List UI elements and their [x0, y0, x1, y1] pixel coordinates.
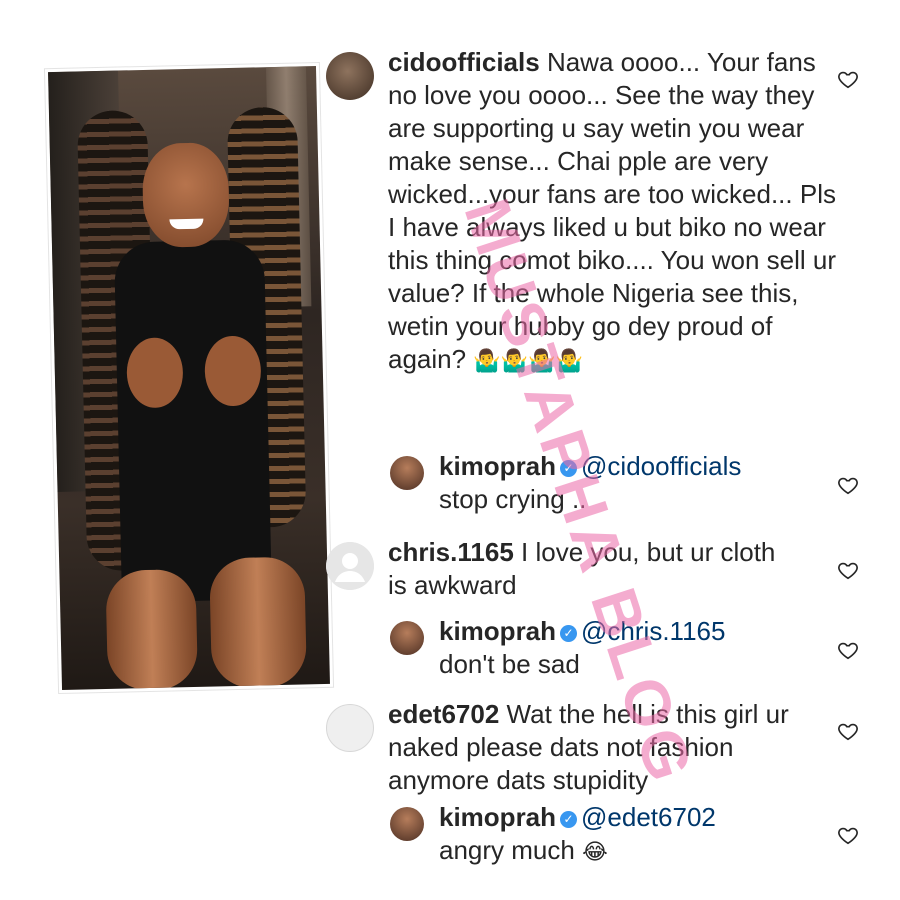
reply-text: stop crying .. — [439, 484, 587, 514]
mention-link[interactable]: @chris.1165 — [581, 616, 725, 646]
heart-icon[interactable] — [837, 68, 859, 90]
mention-link[interactable]: @cidoofficials — [581, 451, 741, 481]
comments-thread: cidoofficials Nawa oooo... Your fans no … — [0, 0, 900, 900]
comment-username[interactable]: chris.1165 — [388, 537, 514, 567]
avatar[interactable] — [326, 704, 374, 752]
heart-icon[interactable] — [837, 474, 859, 496]
avatar[interactable] — [326, 542, 374, 590]
heart-icon[interactable] — [837, 720, 859, 742]
mention-link[interactable]: @edet6702 — [581, 802, 716, 832]
verified-badge-icon: ✓ — [560, 625, 578, 642]
avatar[interactable] — [326, 52, 374, 100]
heart-icon[interactable] — [837, 559, 859, 581]
laughing-emoji: 😂 — [582, 839, 608, 864]
avatar[interactable] — [390, 621, 424, 655]
comment-text: Nawa oooo... Your fans no love you oooo.… — [388, 47, 837, 374]
verified-badge-icon: ✓ — [560, 811, 578, 828]
reply-text: angry much — [439, 835, 575, 865]
shrug-emoji: 🤷‍♂️🤷‍♂️🤷‍♂️🤷‍♂️ — [473, 348, 583, 373]
reply-text: don't be sad — [439, 649, 580, 679]
avatar[interactable] — [390, 456, 424, 490]
verified-badge-icon: ✓ — [560, 460, 578, 477]
comment-username[interactable]: cidoofficials — [388, 47, 540, 77]
heart-icon[interactable] — [837, 639, 859, 661]
heart-icon[interactable] — [837, 824, 859, 846]
reply-username[interactable]: kimoprah — [439, 451, 556, 481]
reply-username[interactable]: kimoprah — [439, 802, 556, 832]
avatar[interactable] — [390, 807, 424, 841]
reply-username[interactable]: kimoprah — [439, 616, 556, 646]
comment-username[interactable]: edet6702 — [388, 699, 499, 729]
default-avatar-icon — [326, 542, 374, 590]
